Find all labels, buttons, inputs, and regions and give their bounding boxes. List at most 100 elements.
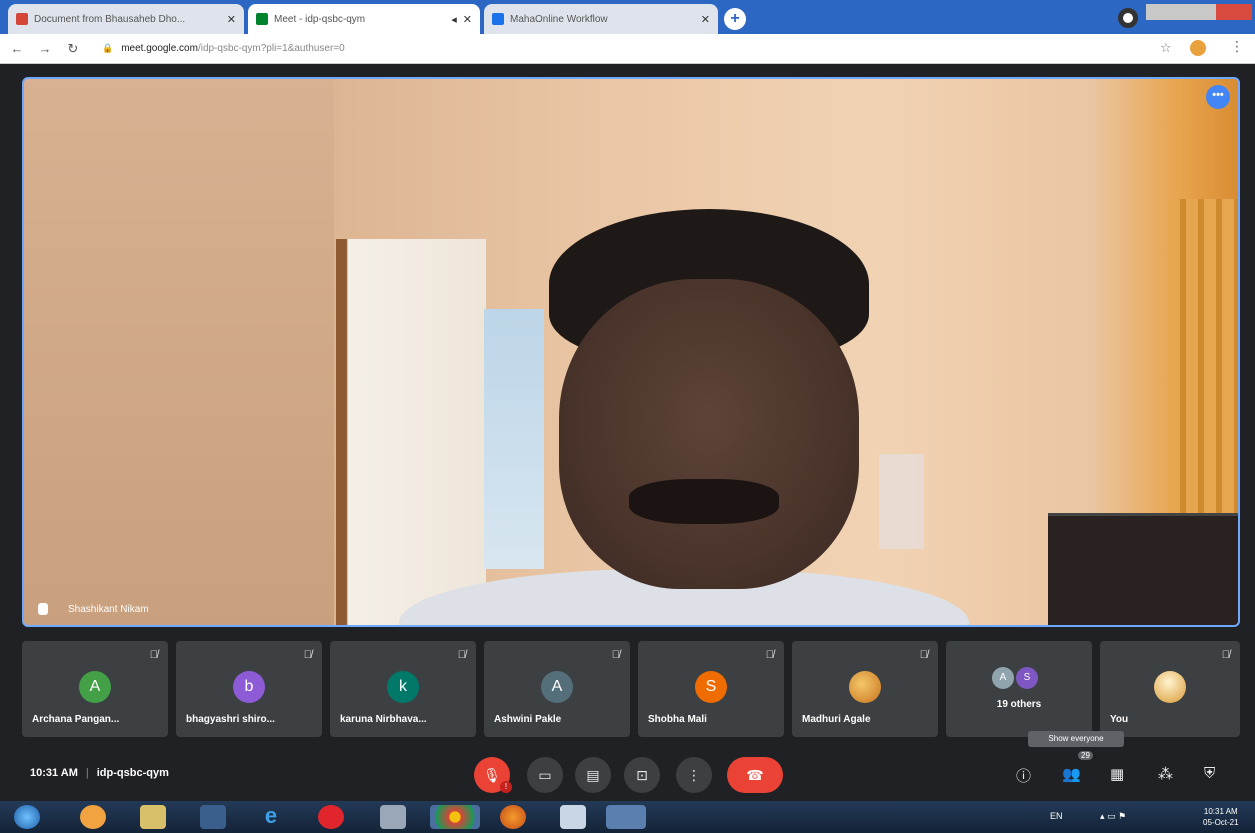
- close-icon[interactable]: ✕: [463, 13, 472, 26]
- camera-toggle-button[interactable]: ▭: [527, 757, 563, 793]
- mic-off-icon: 🎙̸: [1221, 649, 1230, 661]
- url-host: meet.google.com: [121, 43, 198, 54]
- participant-tile[interactable]: 🎙̸ b bhagyashri shiro...: [176, 641, 322, 737]
- meet-icon: [256, 13, 268, 25]
- avatar: A: [541, 671, 573, 703]
- address-bar: ← → ↻ 🔒 meet.google.com /idp-qsbc-qym?pl…: [0, 34, 1255, 64]
- clock-time: 10:31 AM: [1203, 807, 1238, 816]
- video-background: [336, 239, 486, 625]
- avatar: k: [387, 671, 419, 703]
- video-background: [1048, 513, 1238, 625]
- close-icon[interactable]: ✕: [227, 13, 236, 26]
- speaker-video: [399, 209, 969, 625]
- main-video-tile[interactable]: Shashikant Nikam •••: [22, 77, 1240, 627]
- opera-icon[interactable]: [318, 805, 344, 829]
- word-icon[interactable]: [606, 805, 646, 829]
- tooltip: Show everyone: [1028, 731, 1124, 747]
- audio-icon: ◂: [451, 13, 457, 26]
- browser-tab-mahaonline[interactable]: MahaOnline Workflow ✕: [484, 4, 718, 34]
- bookmark-star-icon[interactable]: ☆: [1160, 40, 1172, 56]
- mic-icon: [38, 603, 48, 615]
- camera-icon: ▭: [538, 767, 552, 783]
- mic-off-icon: 🎙̸: [303, 649, 312, 661]
- new-tab-button[interactable]: +: [724, 8, 746, 30]
- mic-toggle-button[interactable]: 🎙 !: [474, 757, 512, 793]
- avatar: b: [233, 671, 265, 703]
- activities-icon[interactable]: ⁂: [1158, 765, 1173, 783]
- leave-call-button[interactable]: ☎: [727, 757, 783, 793]
- participant-name: Shobha Mali: [648, 714, 707, 725]
- system-clock[interactable]: 10:31 AM 05-Oct-21: [1203, 806, 1239, 828]
- url-field[interactable]: 🔒 meet.google.com /idp-qsbc-qym?pli=1&au…: [102, 38, 1102, 60]
- close-icon[interactable]: ✕: [701, 13, 710, 26]
- participant-name: Madhuri Agale: [802, 714, 871, 725]
- meeting-code: idp-qsbc-qym: [96, 767, 169, 779]
- tray-icons[interactable]: ▴ ▭ ⚑: [1100, 811, 1126, 822]
- video-background: [1168, 199, 1238, 529]
- ie-icon[interactable]: e: [258, 805, 284, 829]
- people-icon[interactable]: 👥: [1062, 765, 1081, 783]
- participant-tile[interactable]: 🎙̸ k karuna Nirbhava...: [330, 641, 476, 737]
- participant-tile[interactable]: 🎙̸ A Ashwini Pakle: [484, 641, 630, 737]
- tab-label: MahaOnline Workflow: [510, 13, 608, 25]
- site-icon: [492, 13, 504, 25]
- captions-button[interactable]: ▤: [575, 757, 611, 793]
- clock-date: 05-Oct-21: [1203, 818, 1239, 827]
- window-controls[interactable]: [1146, 4, 1252, 20]
- folder-icon[interactable]: [140, 805, 166, 829]
- more-options-button[interactable]: ⋮: [676, 757, 712, 793]
- start-button-icon[interactable]: [14, 805, 40, 829]
- mic-off-icon: 🎙̸: [457, 649, 466, 661]
- self-tile[interactable]: 🎙̸ You: [1100, 641, 1240, 737]
- document-icon[interactable]: [560, 805, 586, 829]
- tab-label: Document from Bhausaheb Dho...: [34, 13, 186, 25]
- browser-tab-strip: Document from Bhausaheb Dho... ✕ Meet - …: [0, 0, 1255, 34]
- info-icon[interactable]: ⓘ: [1016, 765, 1031, 786]
- avatar: S: [1016, 667, 1038, 689]
- mic-off-icon: 🎙̸: [149, 649, 158, 661]
- lock-icon: 🔒: [102, 43, 114, 53]
- chat-icon[interactable]: ▦: [1110, 765, 1124, 783]
- browser-tab-gmail[interactable]: Document from Bhausaheb Dho... ✕: [8, 4, 244, 34]
- screen: Document from Bhausaheb Dho... ✕ Meet - …: [0, 0, 1255, 833]
- people-count-badge: 29: [1078, 751, 1093, 760]
- back-icon[interactable]: ←: [6, 41, 28, 56]
- others-count-label: 19 others: [996, 699, 1042, 710]
- participant-name: You: [1110, 714, 1129, 725]
- firefox-icon[interactable]: [500, 805, 526, 829]
- avatar: A: [992, 667, 1014, 689]
- reload-icon[interactable]: ↻: [62, 41, 84, 57]
- gmail-icon: [16, 13, 28, 25]
- tile-options-button[interactable]: •••: [1206, 85, 1230, 109]
- browser-menu-icon[interactable]: ⋮: [1230, 38, 1244, 55]
- window-close-button[interactable]: [1216, 4, 1252, 20]
- participant-tile[interactable]: 🎙̸ S Shobha Mali: [638, 641, 784, 737]
- speaker-name: Shashikant Nikam: [68, 603, 149, 615]
- avatar-photo: [1154, 671, 1186, 703]
- participant-name: Ashwini Pakle: [494, 714, 562, 725]
- mic-off-icon: 🎙̸: [611, 649, 620, 661]
- present-button[interactable]: ⊡: [624, 757, 660, 793]
- host-controls-icon[interactable]: ⛨: [1204, 765, 1215, 782]
- present-icon: ⊡: [636, 767, 648, 783]
- media-player-icon[interactable]: [80, 805, 106, 829]
- hangup-icon: ☎: [746, 767, 764, 783]
- participant-name: karuna Nirbhava...: [340, 714, 427, 725]
- participant-tile[interactable]: 🎙̸ A Archana Pangan...: [22, 641, 168, 737]
- network-app-icon[interactable]: [380, 805, 406, 829]
- extension-icon[interactable]: [1190, 40, 1206, 56]
- chrome-icon[interactable]: [430, 805, 480, 829]
- forward-icon[interactable]: →: [34, 41, 56, 56]
- more-icon: ⋮: [687, 767, 701, 783]
- alert-badge: !: [500, 781, 512, 793]
- others-tile[interactable]: A S 19 others: [946, 641, 1092, 737]
- os-taskbar: e EN ▴ ▭ ⚑ 10:31 AM 05-Oct-21: [0, 801, 1255, 833]
- browser-tab-meet[interactable]: Meet - idp-qsbc-qym ◂ ✕: [248, 4, 480, 34]
- app-icon[interactable]: [200, 805, 226, 829]
- participant-tile[interactable]: 🎙̸ Madhuri Agale: [792, 641, 938, 737]
- participant-name: bhagyashri shiro...: [186, 714, 275, 725]
- profile-icon[interactable]: [1118, 8, 1138, 28]
- mic-off-icon: 🎙: [483, 767, 501, 783]
- participant-strip: 🎙̸ A Archana Pangan... 🎙̸ b bhagyashri s…: [22, 641, 1240, 737]
- language-indicator[interactable]: EN: [1050, 811, 1063, 821]
